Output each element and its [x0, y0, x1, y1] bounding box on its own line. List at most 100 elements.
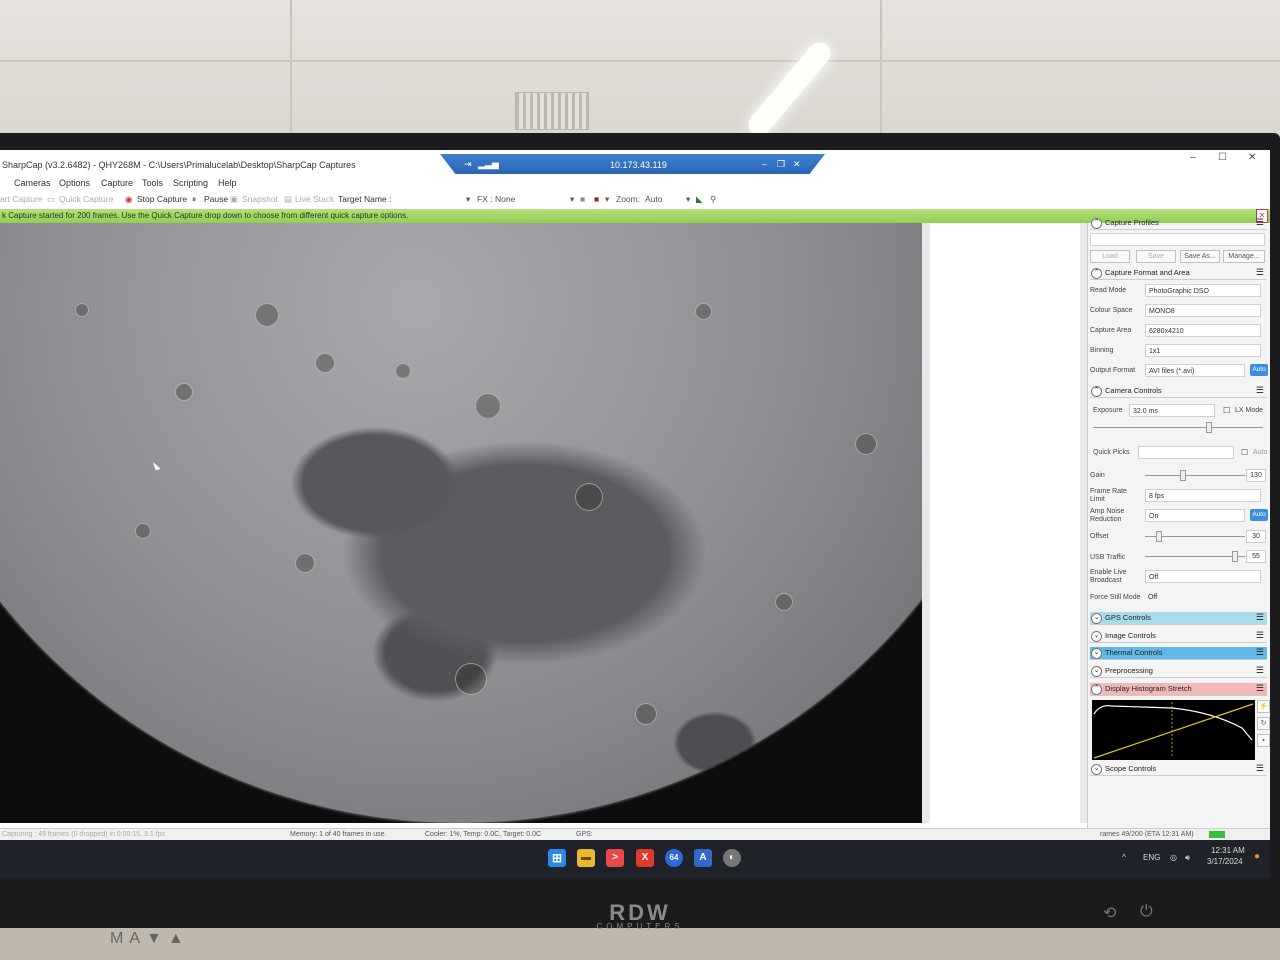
- hamburger-icon[interactable]: ☰: [1256, 763, 1264, 774]
- stop-icon: ◉: [125, 194, 133, 204]
- hamburger-icon[interactable]: ☰: [1256, 612, 1264, 623]
- usb-traffic-slider-handle[interactable]: [1232, 551, 1238, 562]
- image-controls-header[interactable]: ⌄ Image Controls ☰: [1090, 630, 1267, 643]
- rdp-close-icon[interactable]: ✕: [793, 159, 801, 170]
- save-button[interactable]: Save: [1136, 250, 1176, 263]
- exposure-slider-handle[interactable]: [1206, 422, 1212, 433]
- stop-capture-button[interactable]: Stop Capture: [137, 194, 187, 204]
- camera-controls-header[interactable]: ⌃ Camera Controls ☰: [1090, 385, 1267, 398]
- snapshot-button[interactable]: Snapshot: [242, 194, 278, 204]
- manage-button[interactable]: Manage...: [1223, 250, 1265, 263]
- pin-icon[interactable]: ⇥: [464, 159, 472, 170]
- power-icon[interactable]: ⏻: [1140, 903, 1153, 921]
- windows-start-icon[interactable]: ⊞: [548, 849, 566, 867]
- notification-icon[interactable]: ●: [1254, 851, 1260, 862]
- dropdown-icon[interactable]: ▾: [605, 194, 609, 205]
- lightning-icon[interactable]: ⚡: [1257, 700, 1270, 713]
- volume-icon[interactable]: 🔊︎: [1185, 853, 1190, 863]
- live-broadcast-select[interactable]: Off: [1145, 570, 1261, 583]
- output-format-select[interactable]: AVI files (*.avi): [1145, 364, 1245, 377]
- minimize-button[interactable]: –: [1190, 152, 1196, 163]
- menu-capture[interactable]: Capture: [101, 178, 133, 188]
- hamburger-icon[interactable]: ☰: [1256, 217, 1264, 228]
- target-dropdown-icon[interactable]: ▾: [466, 194, 470, 205]
- folder-icon[interactable]: ▬: [577, 849, 595, 867]
- save-icon[interactable]: ▪: [1257, 734, 1270, 747]
- force-still-select[interactable]: Off: [1145, 591, 1261, 604]
- gain-slider-handle[interactable]: [1180, 470, 1186, 481]
- menu-cameras[interactable]: Cameras: [14, 178, 51, 188]
- amp-noise-auto-button[interactable]: Auto: [1250, 509, 1268, 521]
- reset-icon[interactable]: ↻: [1257, 717, 1270, 730]
- menu-scripting[interactable]: Scripting: [173, 178, 208, 188]
- colour-space-select[interactable]: MONO8: [1145, 304, 1261, 317]
- hamburger-icon[interactable]: ☰: [1256, 630, 1264, 641]
- usb-traffic-value[interactable]: 55: [1246, 550, 1266, 563]
- quick-picks-label: Quick Picks: [1093, 449, 1130, 456]
- maximize-button[interactable]: ☐: [1218, 152, 1227, 163]
- histogram-display[interactable]: [1092, 700, 1255, 760]
- capture-profiles-header[interactable]: ⌃ Capture Profiles ☰: [1090, 217, 1267, 230]
- sharpcap-icon[interactable]: ◐: [723, 849, 741, 867]
- app-64-icon[interactable]: 64: [665, 849, 683, 867]
- capture-format-header[interactable]: ⌃ Capture Format and Area ☰: [1090, 267, 1267, 280]
- network-icon[interactable]: ◎: [1170, 853, 1177, 862]
- hamburger-icon[interactable]: ☰: [1256, 665, 1264, 676]
- rdp-restore-icon[interactable]: ❐: [777, 159, 785, 170]
- save-as-button[interactable]: Save As...: [1180, 250, 1220, 263]
- color-square-icon[interactable]: ■: [594, 194, 599, 204]
- gps-controls-header[interactable]: ⌄ GPS Controls ☰: [1090, 612, 1267, 625]
- binning-select[interactable]: 1x1: [1145, 344, 1261, 357]
- menu-help[interactable]: Help: [218, 178, 237, 188]
- thermal-controls-header[interactable]: ⌄ Thermal Controls ☰: [1090, 647, 1267, 660]
- offset-value[interactable]: 30: [1246, 530, 1266, 543]
- amp-noise-select[interactable]: On: [1145, 509, 1245, 522]
- offset-slider-handle[interactable]: [1156, 531, 1162, 542]
- image-view[interactable]: [0, 223, 930, 823]
- live-stack-button[interactable]: Live Stack: [295, 194, 334, 204]
- histogram-icon[interactable]: ◣: [696, 194, 703, 205]
- frame-rate-select[interactable]: 8 fps: [1145, 489, 1261, 502]
- clock-date[interactable]: 3/17/2024: [1207, 857, 1243, 866]
- load-button[interactable]: Load: [1090, 250, 1130, 263]
- menu-options[interactable]: Options: [59, 178, 90, 188]
- lx-mode-checkbox[interactable]: ☐: [1223, 406, 1230, 415]
- hamburger-icon[interactable]: ☰: [1256, 647, 1264, 658]
- exposure-slider[interactable]: [1093, 427, 1263, 428]
- zoom-select[interactable]: Auto: [645, 194, 663, 204]
- clock-time[interactable]: 12:31 AM: [1211, 846, 1245, 855]
- preprocessing-header[interactable]: ⌄ Preprocessing ☰: [1090, 665, 1267, 678]
- histogram-stretch-header[interactable]: ⌃ Display Histogram Stretch ☰: [1090, 683, 1267, 696]
- gray-square-icon[interactable]: ■: [580, 194, 585, 204]
- tray-chevron-icon[interactable]: ^: [1122, 853, 1126, 862]
- capture-area-select[interactable]: 6280x4210: [1145, 324, 1261, 337]
- rdp-minimize-icon[interactable]: –: [762, 159, 767, 169]
- gain-value[interactable]: 130: [1246, 469, 1266, 482]
- scope-controls-header[interactable]: ⌄ Scope Controls ☰: [1090, 763, 1267, 776]
- gain-slider[interactable]: [1145, 475, 1245, 476]
- quick-picks-select[interactable]: [1138, 446, 1234, 459]
- hamburger-icon[interactable]: ☰: [1256, 267, 1264, 278]
- x-app-icon[interactable]: X: [636, 849, 654, 867]
- quick-picks-auto-checkbox[interactable]: ☐: [1241, 448, 1248, 457]
- fx-dropdown-icon[interactable]: ▾: [570, 194, 574, 205]
- hamburger-icon[interactable]: ☰: [1256, 385, 1264, 396]
- magnifier-icon[interactable]: ⚲: [710, 194, 716, 205]
- fx-select[interactable]: None: [495, 194, 515, 204]
- pause-button[interactable]: Pause: [204, 194, 228, 204]
- output-auto-button[interactable]: Auto: [1250, 364, 1268, 376]
- hamburger-icon[interactable]: ☰: [1256, 683, 1264, 694]
- exposure-input[interactable]: 32.0 ms: [1129, 404, 1215, 417]
- start-capture-button[interactable]: art Capture: [0, 194, 43, 204]
- read-mode-select[interactable]: PhotoGraphic DSO: [1145, 284, 1261, 297]
- profile-select[interactable]: [1090, 233, 1265, 246]
- usb-traffic-slider[interactable]: [1145, 556, 1245, 557]
- language-indicator[interactable]: ENG: [1143, 853, 1160, 862]
- monitor-menu-icon[interactable]: ⟲: [1103, 903, 1116, 923]
- terminal-icon[interactable]: >: [606, 849, 624, 867]
- astro-app-icon[interactable]: A: [694, 849, 712, 867]
- menu-tools[interactable]: Tools: [142, 178, 163, 188]
- quick-capture-button[interactable]: Quick Capture: [59, 194, 113, 204]
- close-button[interactable]: ✕: [1248, 152, 1256, 163]
- zoom-dropdown-icon[interactable]: ▾: [686, 194, 690, 205]
